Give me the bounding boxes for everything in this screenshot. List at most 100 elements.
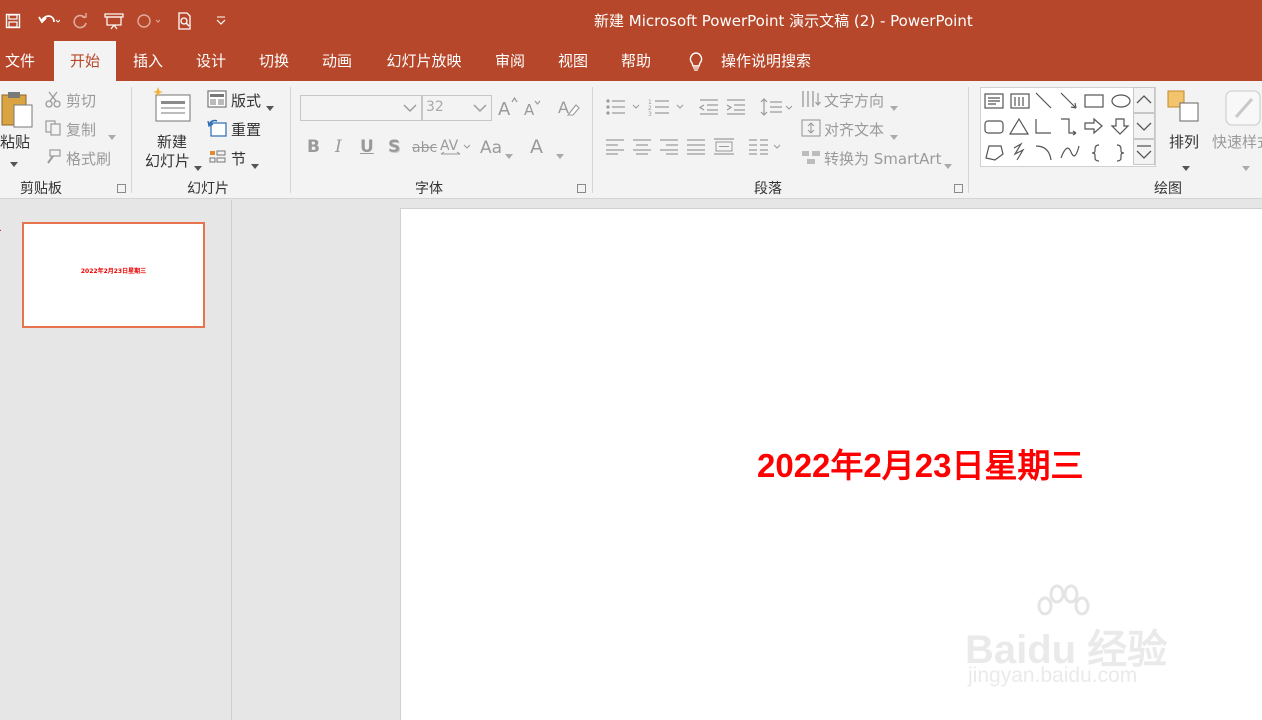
new-slide-label-2[interactable]: 幻灯片 xyxy=(145,150,190,171)
shrink-font-icon[interactable]: A xyxy=(524,99,542,121)
change-case-button[interactable]: Aa xyxy=(480,138,502,158)
tab-transitions[interactable]: 切换 xyxy=(250,41,298,81)
underline-button[interactable]: U xyxy=(360,137,374,157)
text-direction-button[interactable]: 文字方向 xyxy=(824,90,884,111)
slideshow-from-beginning-icon[interactable] xyxy=(100,0,128,41)
new-slide-label-1[interactable]: 新建 xyxy=(157,131,187,152)
strikethrough-button[interactable]: abc xyxy=(412,140,437,156)
redo-icon[interactable] xyxy=(68,0,94,41)
oval-shape-icon[interactable] xyxy=(1111,94,1131,108)
font-size-combobox[interactable]: 32 xyxy=(422,95,492,121)
right-arrow-shape-icon[interactable] xyxy=(1084,117,1103,135)
freeform-shape-icon[interactable] xyxy=(985,145,1004,161)
tab-animations[interactable]: 动画 xyxy=(313,41,361,81)
copy-button[interactable]: 复制 xyxy=(66,119,96,140)
elbow-arrow-connector-shape-icon[interactable] xyxy=(1061,118,1077,136)
baidu-watermark: Baidu 经验 jingyan.baidu.com xyxy=(965,584,1195,694)
arrange-dropdown-icon[interactable] xyxy=(1182,157,1190,176)
slide-number: 1 xyxy=(0,220,2,235)
slide-date-text[interactable]: 2022年2月23日星期三 xyxy=(757,439,1083,487)
tab-insert[interactable]: 插入 xyxy=(124,41,172,81)
tab-file[interactable]: 文件 xyxy=(0,41,40,81)
align-text-dropdown-icon[interactable] xyxy=(890,126,898,145)
smartart-dropdown-icon[interactable] xyxy=(944,155,952,174)
clear-formatting-icon[interactable]: A xyxy=(558,97,580,121)
quick-styles-icon[interactable] xyxy=(1224,89,1262,131)
layout-button[interactable]: 版式 xyxy=(231,90,261,111)
font-color-dropdown-icon[interactable] xyxy=(556,145,564,164)
line-spacing-icon[interactable] xyxy=(760,97,794,121)
align-left-icon[interactable] xyxy=(605,138,625,160)
font-launcher-icon[interactable] xyxy=(577,184,586,193)
triangle-shape-icon[interactable] xyxy=(1008,117,1030,135)
font-name-combobox[interactable] xyxy=(300,95,422,121)
clipboard-launcher-icon[interactable] xyxy=(117,184,126,193)
quick-styles-button[interactable]: 快速样式 xyxy=(1212,131,1262,152)
bold-button[interactable]: B xyxy=(307,137,320,157)
line-shape-icon[interactable] xyxy=(1035,92,1052,109)
down-arrow-shape-icon[interactable] xyxy=(1110,118,1130,135)
tab-slideshow[interactable]: 幻灯片放映 xyxy=(380,41,468,81)
tab-design[interactable]: 设计 xyxy=(187,41,235,81)
save-icon[interactable] xyxy=(0,0,26,41)
separator xyxy=(592,87,593,193)
shapes-more-icon[interactable] xyxy=(1133,139,1155,169)
bullets-icon[interactable] xyxy=(605,98,641,120)
grow-font-icon[interactable]: A xyxy=(498,96,518,122)
vertical-text-box-shape-icon[interactable] xyxy=(1010,93,1030,109)
customize-qat-icon[interactable] xyxy=(206,0,236,41)
format-painter-button[interactable]: 格式刷 xyxy=(66,148,111,169)
text-shadow-button[interactable]: S xyxy=(388,137,400,157)
quick-styles-dropdown-icon[interactable] xyxy=(1242,157,1250,176)
section-dropdown-icon[interactable] xyxy=(251,155,259,174)
cut-button[interactable]: 剪切 xyxy=(66,90,96,111)
paste-icon[interactable] xyxy=(0,89,36,133)
arc-shape-icon[interactable] xyxy=(1035,145,1052,161)
increase-indent-icon[interactable] xyxy=(725,98,747,120)
font-color-button[interactable]: A xyxy=(530,136,543,158)
left-brace-shape-icon[interactable] xyxy=(1091,144,1100,162)
columns-icon[interactable] xyxy=(748,138,782,160)
tab-help[interactable]: 帮助 xyxy=(612,41,660,81)
text-direction-dropdown-icon[interactable] xyxy=(890,97,898,116)
rectangle-shape-icon[interactable] xyxy=(1084,94,1104,108)
arrange-icon[interactable] xyxy=(1166,89,1202,129)
curve-shape-icon[interactable] xyxy=(1060,145,1080,159)
layout-dropdown-icon[interactable] xyxy=(266,97,274,116)
distributed-icon[interactable] xyxy=(713,137,735,161)
decrease-indent-icon[interactable] xyxy=(698,98,720,120)
paste-dropdown-icon[interactable] xyxy=(10,153,18,172)
tab-view[interactable]: 视图 xyxy=(549,41,597,81)
slide-thumbnail[interactable]: 2022年2月23日星期三 xyxy=(22,222,205,328)
arrange-button[interactable]: 排列 xyxy=(1169,131,1199,152)
new-slide-dropdown-icon[interactable] xyxy=(194,157,202,176)
tab-home[interactable]: 开始 xyxy=(54,41,116,81)
touch-mode-icon[interactable] xyxy=(132,0,164,41)
convert-to-smartart-button[interactable]: 转换为 SmartArt xyxy=(824,148,941,169)
justify-icon[interactable] xyxy=(686,138,706,160)
scribble-shape-icon[interactable] xyxy=(1013,142,1025,161)
tell-me-search[interactable]: 操作说明搜索 xyxy=(716,41,816,81)
separator xyxy=(290,87,291,193)
paste-button[interactable]: 粘贴 xyxy=(0,131,30,152)
section-button[interactable]: 节 xyxy=(231,148,246,169)
slide-thumbnails-pane: 1 2022年2月23日星期三 xyxy=(0,200,232,720)
align-text-button[interactable]: 对齐文本 xyxy=(824,119,884,140)
numbering-icon[interactable]: 123 xyxy=(648,98,686,120)
align-right-icon[interactable] xyxy=(659,138,679,160)
elbow-connector-shape-icon[interactable] xyxy=(1035,119,1051,134)
new-slide-icon[interactable] xyxy=(152,87,194,129)
undo-icon[interactable] xyxy=(34,0,64,41)
align-center-icon[interactable] xyxy=(632,138,652,160)
right-brace-shape-icon[interactable] xyxy=(1116,144,1125,162)
print-preview-icon[interactable] xyxy=(170,0,200,41)
tab-review[interactable]: 审阅 xyxy=(486,41,534,81)
rounded-rectangle-shape-icon[interactable] xyxy=(984,120,1004,134)
change-case-dropdown-icon[interactable] xyxy=(505,145,513,164)
paragraph-launcher-icon[interactable] xyxy=(954,184,963,193)
reset-button[interactable]: 重置 xyxy=(231,119,261,140)
character-spacing-icon[interactable]: AV xyxy=(440,137,472,161)
arrow-line-shape-icon[interactable] xyxy=(1060,92,1077,109)
copy-dropdown-icon[interactable] xyxy=(108,126,116,145)
italic-button[interactable]: I xyxy=(335,137,342,157)
